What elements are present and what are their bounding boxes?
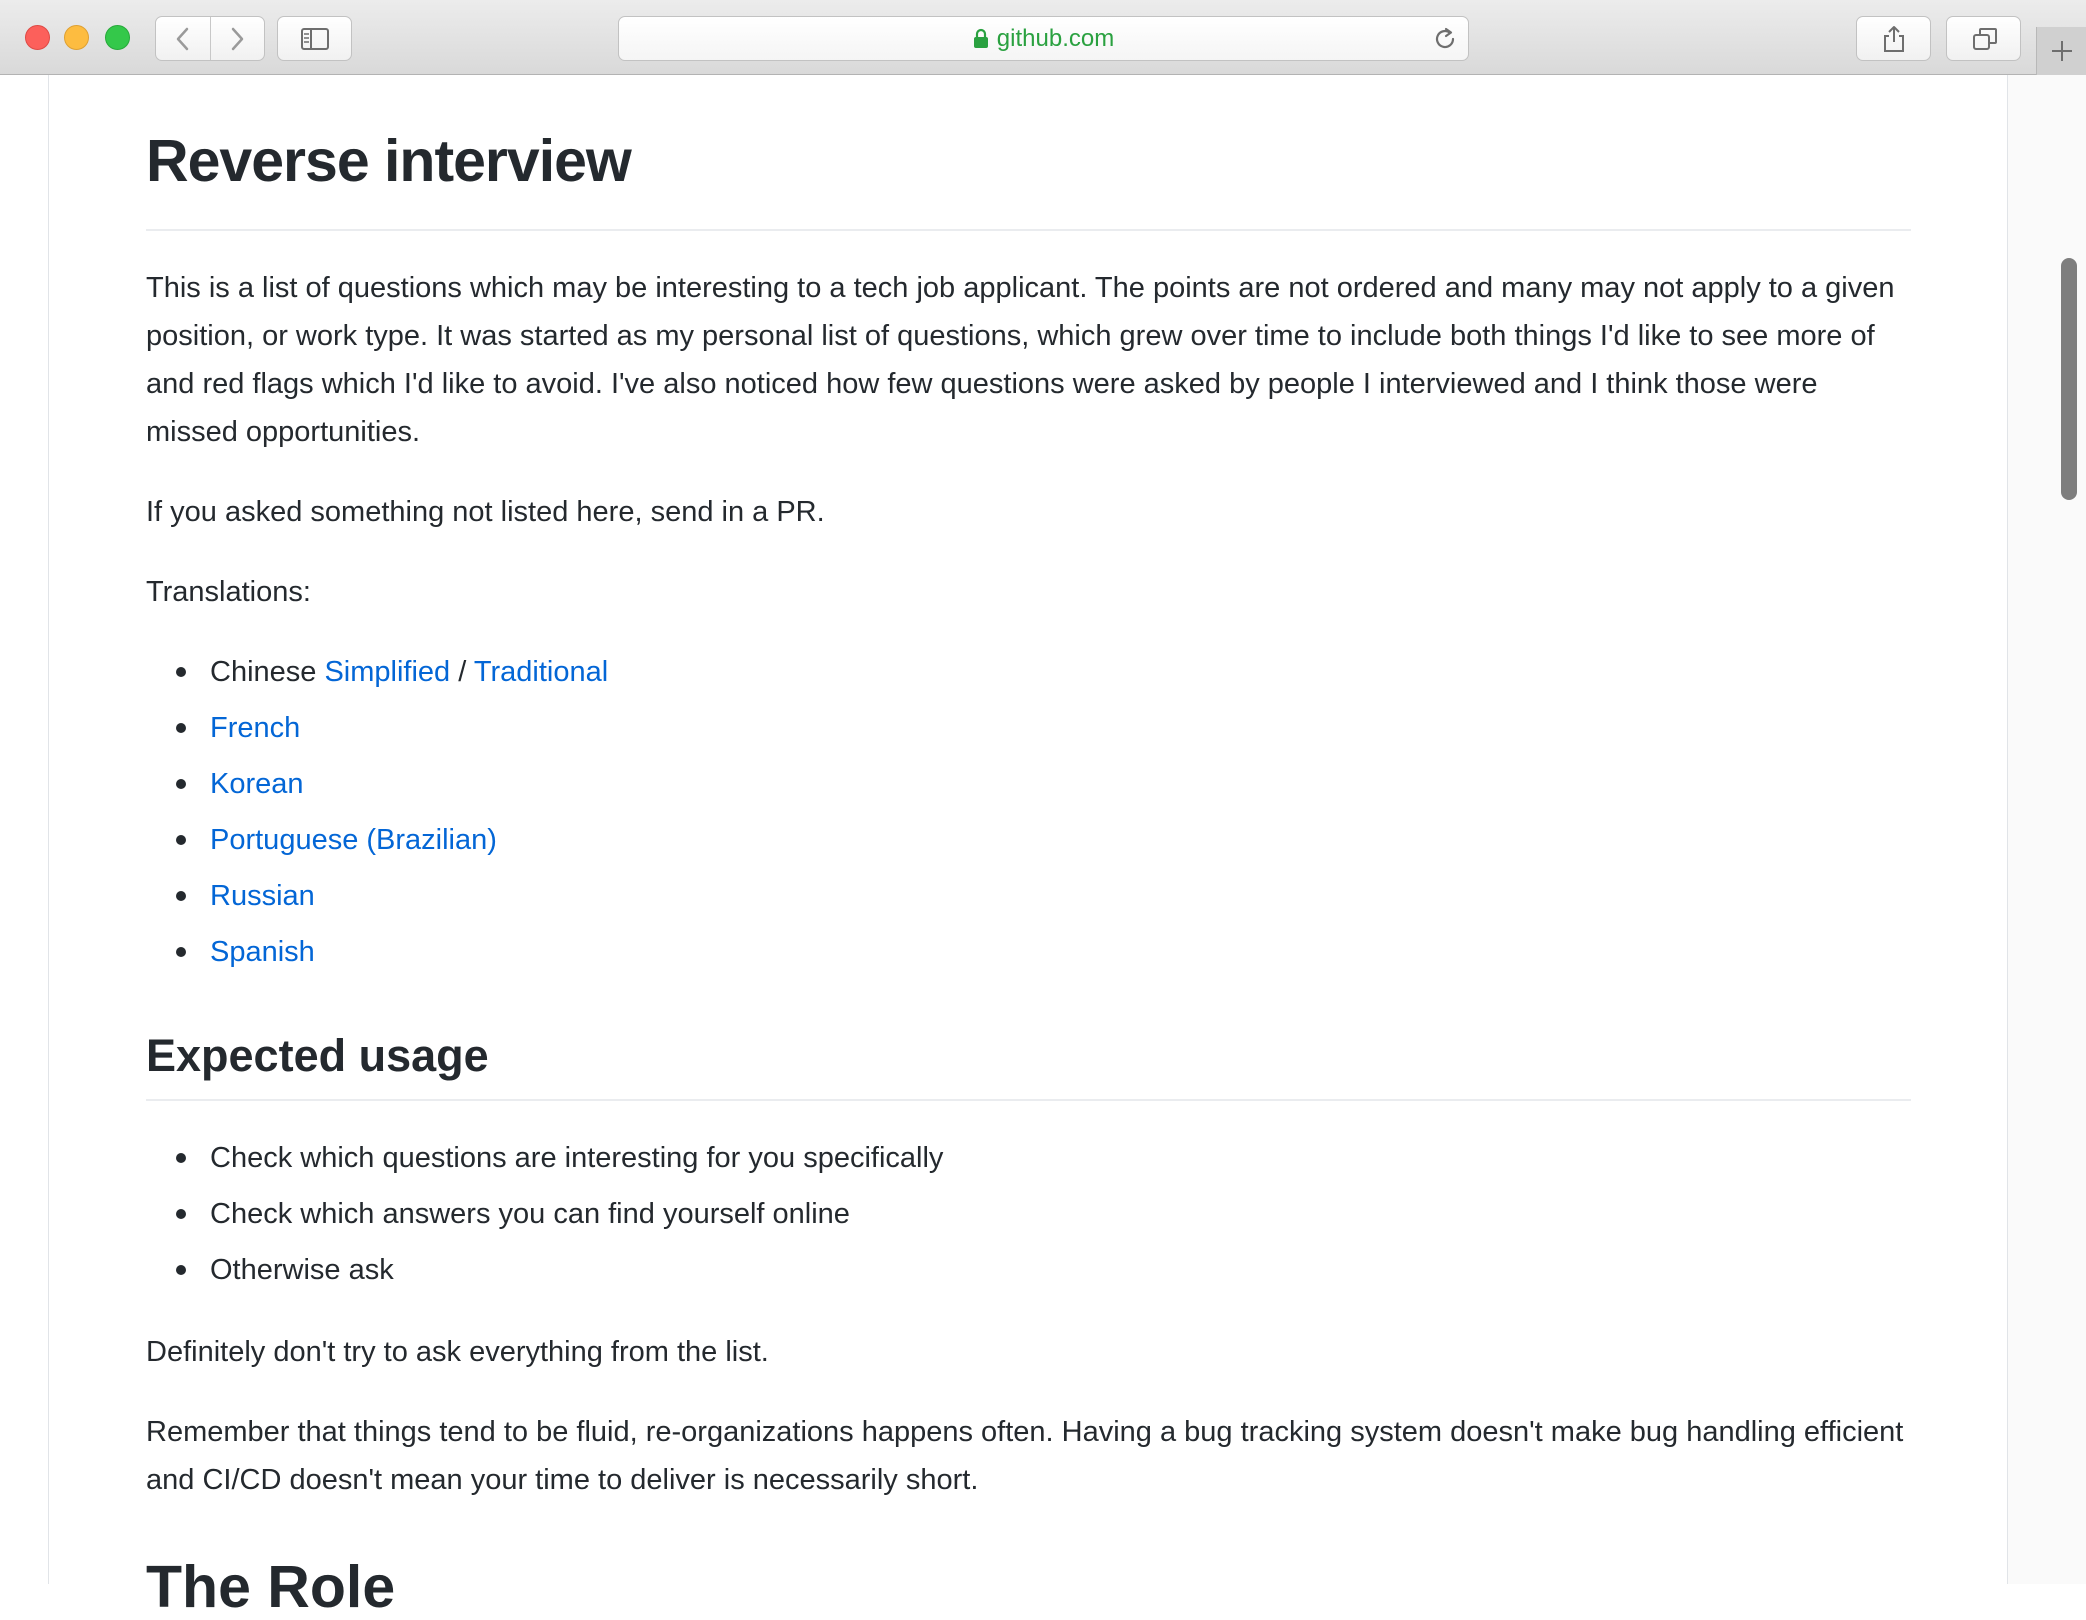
list-item: Russian bbox=[146, 868, 608, 924]
scrollbar-thumb[interactable] bbox=[2061, 258, 2077, 500]
link-portuguese-brazilian[interactable]: Portuguese (Brazilian) bbox=[210, 824, 497, 856]
page-title: Reverse interview bbox=[146, 128, 632, 194]
pr-note: If you asked something not listed here, … bbox=[146, 496, 825, 528]
reload-icon[interactable] bbox=[1432, 26, 1458, 52]
zoom-window-button[interactable] bbox=[105, 25, 130, 50]
new-tab-button[interactable] bbox=[2036, 27, 2086, 75]
url-text: github.com bbox=[996, 24, 1115, 52]
expected-usage-list: Check which questions are interesting fo… bbox=[146, 1130, 943, 1298]
usage-note-1: Definitely don't try to ask everything f… bbox=[146, 1336, 769, 1368]
list-item: Portuguese (Brazilian) bbox=[146, 812, 608, 868]
close-window-button[interactable] bbox=[25, 25, 50, 50]
show-tabs-button[interactable] bbox=[1946, 16, 2021, 61]
tabs-icon bbox=[1973, 28, 1997, 50]
list-item: Otherwise ask bbox=[146, 1242, 943, 1298]
sidebar-icon bbox=[301, 28, 329, 50]
link-chinese-traditional[interactable]: Traditional bbox=[474, 656, 608, 688]
list-item: Spanish bbox=[146, 924, 608, 980]
link-korean[interactable]: Korean bbox=[210, 768, 304, 800]
nav-divider bbox=[210, 17, 211, 60]
chevron-right-icon bbox=[231, 27, 244, 51]
navigation-buttons bbox=[155, 16, 265, 61]
chinese-label: Chinese bbox=[210, 656, 317, 688]
title-divider bbox=[146, 229, 1911, 231]
lock-icon bbox=[973, 28, 988, 48]
expected-usage-heading: Expected usage bbox=[146, 1030, 489, 1081]
link-russian[interactable]: Russian bbox=[210, 880, 315, 912]
link-chinese-simplified[interactable]: Simplified bbox=[324, 656, 450, 688]
browser-toolbar: github.com bbox=[0, 0, 2086, 75]
slash-separator: / bbox=[458, 656, 467, 688]
address-bar[interactable]: github.com bbox=[618, 16, 1469, 61]
usage-note-2: Remember that things tend to be fluid, r… bbox=[146, 1416, 1904, 1496]
list-item: French bbox=[146, 700, 608, 756]
share-icon bbox=[1884, 26, 1904, 52]
translations-label: Translations: bbox=[146, 576, 311, 608]
link-spanish[interactable]: Spanish bbox=[210, 936, 315, 968]
share-button[interactable] bbox=[1856, 16, 1931, 61]
expected-usage-divider bbox=[146, 1099, 1911, 1101]
plus-icon bbox=[2052, 41, 2072, 61]
link-french[interactable]: French bbox=[210, 712, 300, 744]
list-item: Korean bbox=[146, 756, 608, 812]
list-item: Check which questions are interesting fo… bbox=[146, 1130, 943, 1186]
list-item: Chinese Simplified / Traditional bbox=[146, 644, 608, 700]
intro-paragraph: This is a list of questions which may be… bbox=[146, 272, 1895, 448]
sidebar-toggle-button[interactable] bbox=[277, 16, 352, 61]
the-role-heading: The Role bbox=[146, 1554, 396, 1620]
chevron-left-icon bbox=[176, 27, 189, 51]
list-item: Check which answers you can find yoursel… bbox=[146, 1186, 943, 1242]
translations-list: Chinese Simplified / Traditional French … bbox=[146, 644, 608, 980]
minimize-window-button[interactable] bbox=[64, 25, 89, 50]
